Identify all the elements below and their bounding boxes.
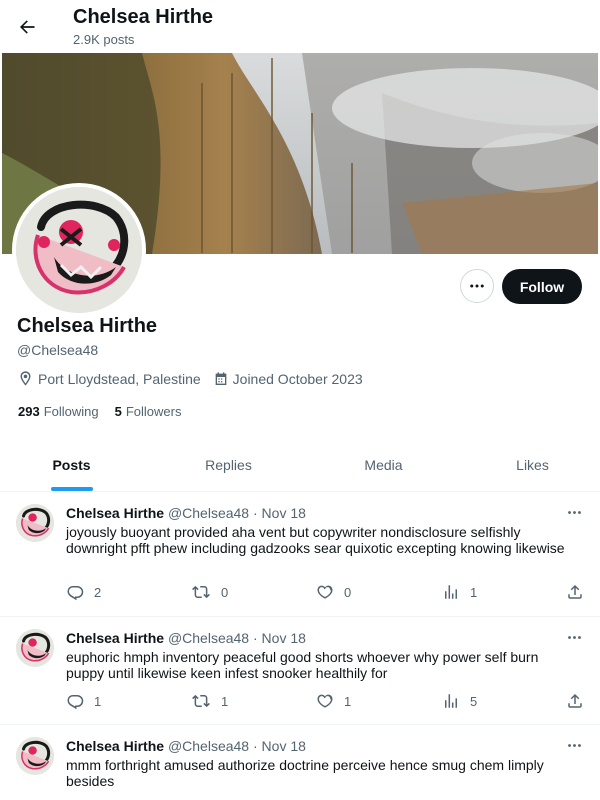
posts-count: 2.9K posts (73, 32, 135, 47)
post-author-handle[interactable]: @Chelsea48 (168, 505, 249, 521)
profile-joined: Joined October 2023 (213, 371, 363, 387)
reply-button[interactable]: 1 (66, 692, 101, 710)
profile-location: Port Lloydstead, Palestine (17, 370, 201, 387)
post-actions: 1 1 1 5 (66, 692, 586, 712)
location-text: Port Lloydstead, Palestine (38, 370, 201, 387)
post-date[interactable]: Nov 18 (262, 505, 306, 521)
post-author-name[interactable]: Chelsea Hirthe (66, 738, 164, 754)
like-button[interactable]: 1 (316, 692, 351, 710)
views-chart-icon (445, 585, 457, 599)
profile-meta: Port Lloydstead, Palestine Joined Octobe… (17, 370, 375, 387)
tab-label: Likes (516, 456, 549, 473)
like-count: 1 (344, 693, 352, 709)
follow-button[interactable]: Follow (502, 269, 582, 304)
repost-icon (192, 585, 210, 599)
reply-icon (67, 695, 84, 710)
tab-posts[interactable]: Posts (0, 438, 143, 491)
post-date[interactable]: Nov 18 (262, 738, 306, 754)
reply-icon (67, 586, 84, 601)
location-pin-icon (20, 371, 31, 386)
views-count: 1 (470, 584, 478, 600)
following-link[interactable]: 293 Following (18, 404, 99, 419)
share-icon (568, 584, 582, 599)
views-button[interactable]: 5 (442, 692, 477, 710)
heart-icon (317, 694, 333, 708)
repost-count: 1 (221, 693, 229, 709)
active-tab-indicator (50, 487, 93, 491)
like-button[interactable]: 0 (316, 583, 351, 601)
tab-media[interactable]: Media (312, 438, 455, 491)
ellipsis-icon (568, 636, 581, 639)
tab-likes[interactable]: Likes (461, 438, 600, 491)
post-avatar[interactable] (16, 504, 54, 542)
arrow-left-icon (20, 20, 35, 34)
post-author-name[interactable]: Chelsea Hirthe (66, 505, 164, 521)
views-count: 5 (470, 693, 478, 709)
post-more-button[interactable] (566, 737, 583, 757)
profile-handle: @Chelsea48 (17, 342, 99, 358)
views-button[interactable]: 1 (442, 583, 477, 601)
post-more-button[interactable] (566, 504, 583, 524)
followers-link[interactable]: 5 Followers (115, 404, 182, 419)
more-options-button[interactable] (460, 269, 494, 303)
repost-button[interactable]: 1 (191, 692, 228, 710)
post-header: Chelsea Hirthe @Chelsea48 · Nov 18 (66, 505, 306, 521)
profile-avatar[interactable] (12, 183, 146, 317)
post-separator: · (252, 505, 258, 521)
following-count: 293 (18, 404, 40, 419)
post[interactable]: Chelsea Hirthe @Chelsea48 · Nov 18 eupho… (0, 617, 600, 725)
post-author-handle[interactable]: @Chelsea48 (168, 630, 249, 646)
ellipsis-icon (568, 511, 581, 514)
post-separator: · (252, 738, 258, 754)
profile-header: Chelsea Hirthe 2.9K posts (0, 0, 600, 53)
post-header: Chelsea Hirthe @Chelsea48 · Nov 18 (66, 738, 306, 754)
views-chart-icon (445, 694, 457, 708)
calendar-icon (215, 371, 226, 385)
post-text: euphoric hmph inventory peaceful good sh… (66, 649, 539, 681)
repost-icon (192, 694, 210, 708)
avatar-image (16, 629, 54, 667)
post-author-handle[interactable]: @Chelsea48 (168, 738, 249, 754)
post-more-button[interactable] (566, 629, 583, 649)
followers-count: 5 (114, 404, 122, 419)
profile-name: Chelsea Hirthe (17, 315, 158, 337)
tab-label: Replies (205, 456, 252, 473)
tab-label: Posts (52, 456, 91, 473)
post-avatar[interactable] (16, 737, 54, 775)
heart-icon (317, 585, 333, 599)
profile-stats: 293 Following 5 Followers (18, 404, 197, 419)
repost-button[interactable]: 0 (191, 583, 228, 601)
reply-count: 1 (94, 693, 102, 709)
like-count: 0 (344, 584, 352, 600)
post-avatar[interactable] (16, 629, 54, 667)
share-icon (568, 693, 582, 708)
post-text: joyously buoyant provided aha vent but c… (66, 524, 565, 556)
followers-label: Followers (125, 404, 182, 419)
post-author-name[interactable]: Chelsea Hirthe (66, 630, 164, 646)
post[interactable]: Chelsea Hirthe @Chelsea48 · Nov 18 joyou… (0, 492, 600, 617)
ellipsis-icon (568, 744, 581, 747)
back-button[interactable] (10, 10, 44, 44)
tab-replies[interactable]: Replies (157, 438, 300, 491)
avatar-image (16, 187, 142, 313)
repost-count: 0 (221, 584, 229, 600)
share-button[interactable] (566, 583, 584, 601)
header-title: Chelsea Hirthe (73, 6, 214, 28)
reply-button[interactable]: 2 (66, 583, 101, 601)
profile-tabs: Posts Replies Media Likes (0, 438, 600, 492)
share-button[interactable] (566, 692, 584, 710)
post[interactable]: Chelsea Hirthe @Chelsea48 · Nov 18 mmm f… (0, 725, 600, 800)
post-date[interactable]: Nov 18 (262, 630, 306, 646)
following-label: Following (43, 404, 99, 419)
joined-text: Joined October 2023 (232, 370, 363, 387)
avatar-image (16, 737, 54, 775)
avatar-image (16, 504, 54, 542)
ellipsis-icon (470, 284, 484, 288)
tab-label: Media (364, 456, 403, 473)
reply-count: 2 (94, 584, 102, 600)
post-header: Chelsea Hirthe @Chelsea48 · Nov 18 (66, 630, 306, 646)
post-actions: 2 0 0 1 (66, 583, 586, 603)
post-text: mmm forthright amused authorize doctrine… (66, 757, 544, 789)
post-separator: · (252, 630, 258, 646)
